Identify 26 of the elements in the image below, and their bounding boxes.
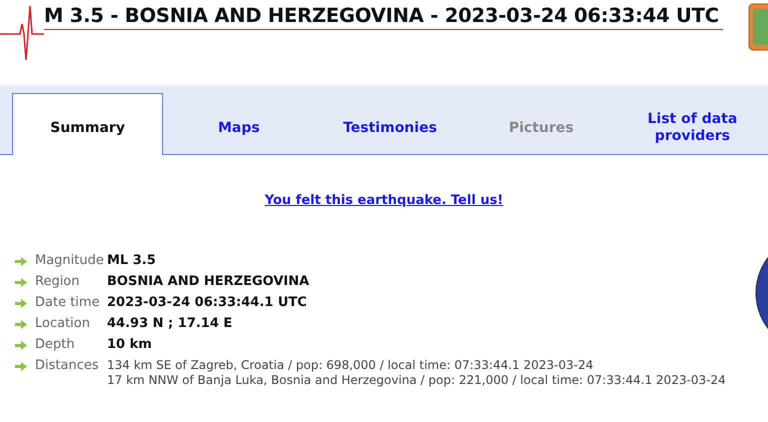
tab[interactable]: List of data providers	[616, 93, 768, 154]
tab[interactable]: Summary	[12, 93, 164, 155]
detail-value: 2023-03-24 06:33:44.1 UTC	[107, 295, 308, 310]
arrow-icon	[15, 362, 27, 371]
detail-value: 134 km SE of Zagreb, Croatia / pop: 698,000 / local time: 07:33:44.1 2023-03-24	[107, 358, 594, 373]
detail-label: Depth	[35, 337, 76, 352]
detail-label: Location	[35, 316, 91, 331]
tab[interactable]: Testimonies	[314, 93, 466, 154]
arrow-icon	[15, 341, 27, 350]
detail-label: Region	[35, 274, 81, 289]
detail-value: 44.93 N ; 17.14 E	[107, 316, 234, 331]
detail-value: 10 km	[107, 337, 153, 352]
detail-value: 17 km NNW of Banja Luka, Bosnia and Herzegovina / pop: 221,000 / local time: 07:33:44.1 2023-03-24	[107, 373, 727, 388]
detail-label: Date time	[35, 295, 101, 310]
page-title: M 3.5 - BOSNIA AND HERZEGOVINA - 2023-03-24 06:33:44 UTC	[44, 4, 723, 30]
arrow-icon	[15, 299, 27, 308]
arrow-icon	[15, 257, 27, 266]
map-app-icon[interactable]	[748, 3, 768, 51]
arrow-icon	[15, 278, 27, 287]
detail-label: Distances	[35, 358, 100, 373]
arrow-icon	[15, 320, 27, 329]
detail-value: BOSNIA AND HERZEGOVINA	[107, 274, 310, 289]
detail-value: ML 3.5	[107, 253, 157, 268]
tab[interactable]: Maps	[163, 93, 314, 154]
felt-report-link[interactable]: You felt this earthquake. Tell us!	[264, 193, 504, 208]
detail-label: Magnitude	[35, 253, 105, 268]
